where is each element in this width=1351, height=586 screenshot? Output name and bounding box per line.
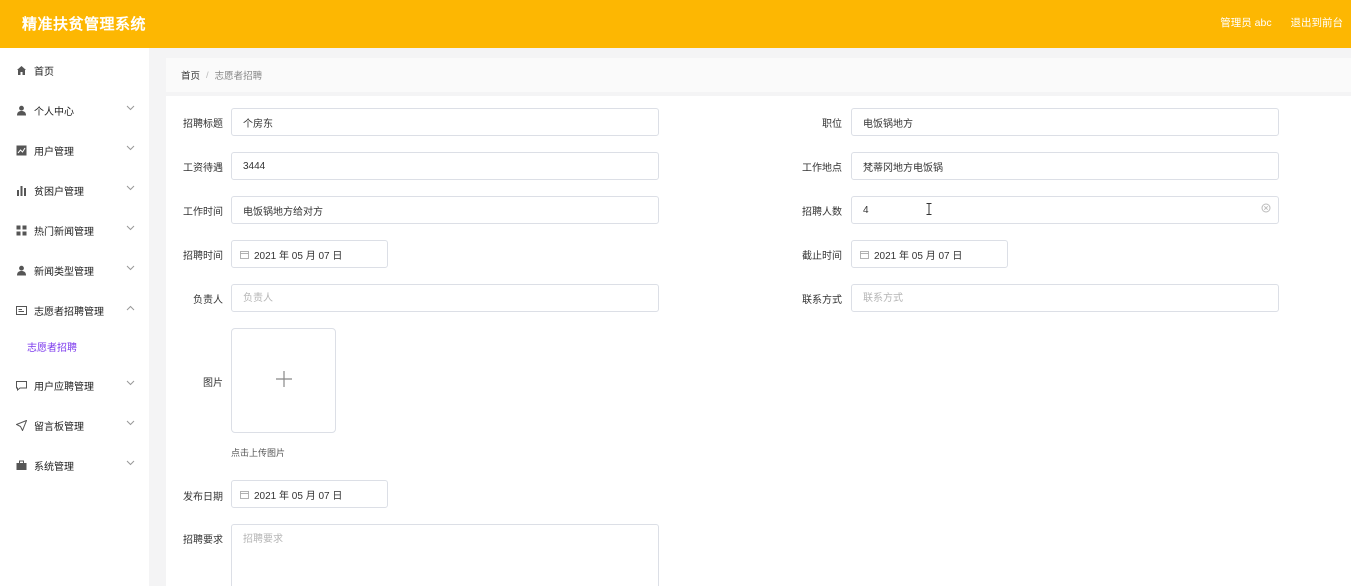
breadcrumb: 首页 / 志愿者招聘 — [166, 58, 1351, 92]
image-upload-box[interactable] — [231, 328, 336, 433]
app-title: 精准扶贫管理系统 — [22, 16, 147, 33]
text-cursor-icon — [926, 203, 932, 215]
user-icon — [16, 265, 27, 276]
upload-hint[interactable]: 点击上传图片 — [231, 446, 285, 459]
count-field[interactable] — [851, 196, 1279, 224]
chevron-down-icon — [126, 223, 135, 234]
publish-date-picker[interactable]: 2021 年 05 月 07 日 — [231, 480, 388, 508]
requirements-textarea[interactable] — [231, 524, 659, 586]
sidebar-item-hot-news-management[interactable]: 热门新闻管理 — [0, 215, 149, 245]
sidebar-item-label: 志愿者招聘管理 — [34, 306, 104, 318]
clear-icon[interactable] — [1261, 203, 1271, 215]
count-label: 招聘人数 — [802, 207, 842, 218]
deadline-value: 2021 年 05 月 07 日 — [874, 250, 963, 262]
sidebar-item-label: 用户应聘管理 — [34, 381, 94, 393]
chevron-down-icon — [126, 183, 135, 194]
sidebar-item-user-management[interactable]: 用户管理 — [0, 135, 149, 165]
image-label: 图片 — [203, 378, 223, 389]
sidebar-item-label: 贫困户管理 — [34, 186, 84, 198]
contact-label: 联系方式 — [802, 295, 842, 306]
chevron-down-icon — [126, 103, 135, 114]
sidebar-item-label: 首页 — [34, 66, 54, 78]
position-field[interactable] — [851, 108, 1279, 136]
sidebar-item-volunteer-recruit-management[interactable]: 志愿者招聘管理 — [0, 295, 149, 325]
publish-date-label: 发布日期 — [183, 492, 223, 503]
location-label: 工作地点 — [802, 163, 842, 174]
sidebar-item-label: 新闻类型管理 — [34, 266, 94, 278]
card-icon — [16, 305, 27, 316]
calendar-icon — [240, 250, 249, 259]
salary-label: 工资待遇 — [183, 163, 223, 174]
sidebar-item-poor-household-management[interactable]: 贫困户管理 — [0, 175, 149, 205]
sidebar-item-label: 个人中心 — [34, 106, 74, 118]
contact-field[interactable] — [851, 284, 1279, 312]
deadline-picker[interactable]: 2021 年 05 月 07 日 — [851, 240, 1008, 268]
breadcrumb-separator: / — [206, 69, 209, 81]
recruit-time-value: 2021 年 05 月 07 日 — [254, 250, 343, 262]
send-icon — [16, 419, 27, 431]
requirements-label: 招聘要求 — [183, 535, 223, 546]
manager-label: 负责人 — [193, 295, 223, 306]
calendar-icon — [240, 490, 249, 499]
calendar-icon — [860, 250, 869, 259]
sidebar-item-home[interactable]: 首页 — [0, 55, 149, 85]
sidebar-item-label: 热门新闻管理 — [34, 226, 94, 238]
breadcrumb-home[interactable]: 首页 — [181, 68, 200, 82]
publish-date-value: 2021 年 05 月 07 日 — [254, 490, 343, 502]
sidebar-item-label: 系统管理 — [34, 461, 74, 473]
plus-icon — [275, 370, 293, 391]
chevron-down-icon — [126, 143, 135, 154]
user-icon — [16, 105, 27, 116]
chevron-down-icon — [126, 458, 135, 469]
manager-field[interactable] — [231, 284, 659, 312]
location-field[interactable] — [851, 152, 1279, 180]
recruit-time-label: 招聘时间 — [183, 251, 223, 262]
worktime-label: 工作时间 — [183, 207, 223, 218]
deadline-label: 截止时间 — [802, 251, 842, 262]
sidebar-item-system-management[interactable]: 系统管理 — [0, 450, 149, 480]
sidebar-item-user-application-management[interactable]: 用户应聘管理 — [0, 370, 149, 400]
sidebar-subitem-volunteer-recruit[interactable]: 志愿者招聘 — [0, 331, 149, 361]
sidebar-item-personal-center[interactable]: 个人中心 — [0, 95, 149, 125]
sidebar-item-news-type-management[interactable]: 新闻类型管理 — [0, 255, 149, 285]
recruit-form: 招聘标题 职位 工资待遇 工作地点 工作时间 招聘人数 招聘时间 2021 年 … — [166, 96, 1351, 586]
chevron-down-icon — [126, 418, 135, 429]
chevron-down-icon — [126, 263, 135, 274]
briefcase-icon — [16, 460, 27, 471]
title-label: 招聘标题 — [183, 119, 223, 130]
position-label: 职位 — [822, 119, 842, 130]
breadcrumb-current: 志愿者招聘 — [214, 71, 263, 82]
exit-to-frontend-link[interactable]: 退出到前台 — [1291, 17, 1344, 29]
sidebar: 首页 个人中心 用户管理 贫困户管理 热门新闻管理 新闻类型管理 志愿者招聘管理… — [0, 48, 149, 586]
recruit-time-picker[interactable]: 2021 年 05 月 07 日 — [231, 240, 388, 268]
message-icon — [16, 380, 27, 391]
header-actions: 管理员 abc 退出到前台 — [1204, 15, 1343, 30]
worktime-field[interactable] — [231, 196, 659, 224]
top-header: 精准扶贫管理系统 管理员 abc 退出到前台 — [0, 0, 1351, 48]
grid-icon — [16, 225, 27, 236]
bar-chart-icon — [16, 185, 27, 196]
home-icon — [16, 65, 27, 76]
sidebar-item-message-board-management[interactable]: 留言板管理 — [0, 410, 149, 440]
chevron-down-icon — [126, 378, 135, 389]
salary-field[interactable] — [231, 152, 659, 180]
admin-user-label[interactable]: 管理员 abc — [1220, 17, 1271, 29]
title-field[interactable] — [231, 108, 659, 136]
sidebar-item-label: 留言板管理 — [34, 421, 84, 433]
chart-icon — [16, 145, 27, 156]
chevron-up-icon — [126, 303, 135, 314]
sidebar-item-label: 用户管理 — [34, 146, 74, 158]
